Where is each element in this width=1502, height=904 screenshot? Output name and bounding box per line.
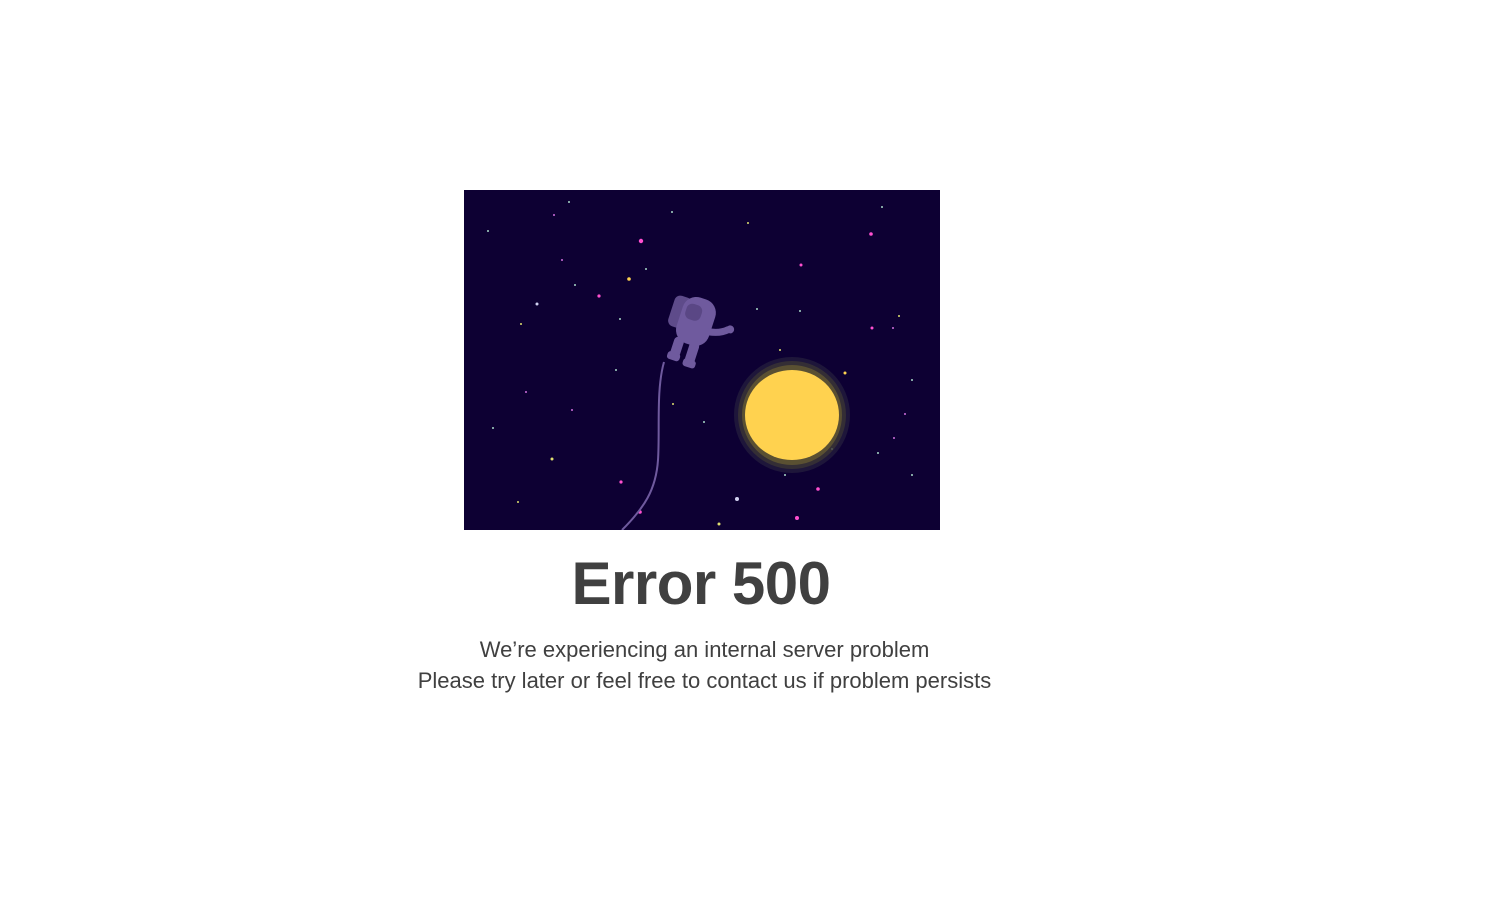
error-message: We’re experiencing an internal server pr… — [0, 634, 1409, 696]
error-message-line-1: We’re experiencing an internal server pr… — [479, 637, 930, 662]
error-title: Error 500 — [571, 550, 832, 617]
error-page: Error 500 We’re experiencing an internal… — [0, 0, 1502, 904]
error-message-line-2: Please try later or feel free to contact… — [417, 668, 992, 693]
astronaut-space-image — [464, 190, 940, 530]
space-illustration — [464, 190, 940, 530]
sun-icon — [734, 357, 850, 473]
